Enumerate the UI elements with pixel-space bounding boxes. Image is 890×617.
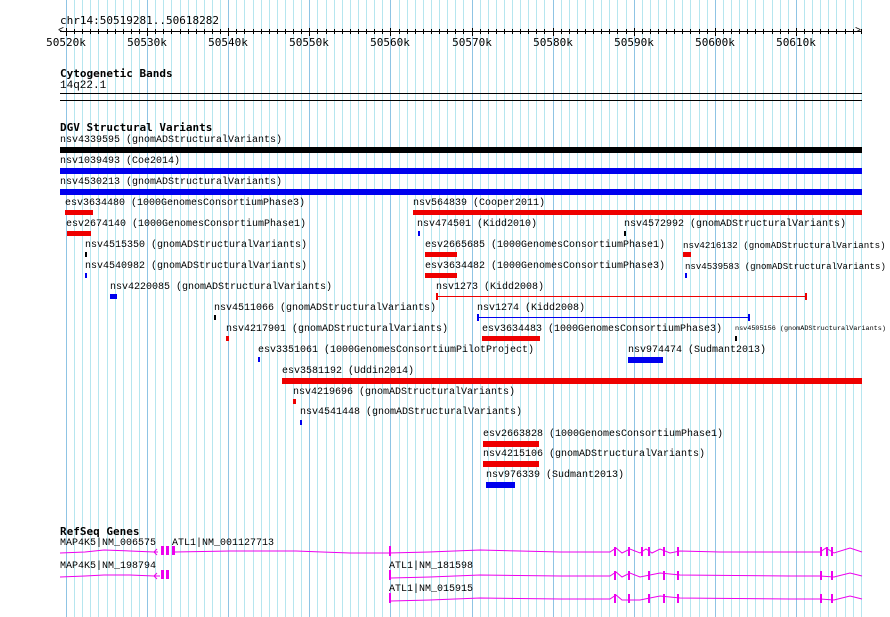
exon[interactable] [648,571,650,580]
exon[interactable] [641,547,643,556]
exon[interactable] [820,594,822,603]
exon[interactable] [663,547,665,556]
exon[interactable] [663,594,665,603]
intron-line[interactable] [59,574,160,578]
gene-models [59,546,863,603]
exon[interactable] [614,594,616,603]
exon[interactable] [831,547,833,556]
intron-line[interactable] [390,571,863,579]
exon[interactable] [161,570,164,579]
exon[interactable] [820,571,822,580]
exon[interactable] [628,571,630,580]
intron-line[interactable] [174,547,863,554]
exon[interactable] [820,547,822,556]
exon[interactable] [166,546,169,555]
exon[interactable] [614,571,616,580]
exon[interactable] [614,547,616,556]
intron-line[interactable] [59,549,158,554]
exon[interactable] [172,546,175,555]
exon[interactable] [166,570,169,579]
exon[interactable] [831,571,833,580]
exon[interactable] [826,547,828,556]
exon[interactable] [648,547,650,556]
exon[interactable] [161,546,164,555]
exon[interactable] [648,594,650,603]
exon[interactable] [831,594,833,603]
exon[interactable] [628,594,630,603]
exon[interactable] [663,571,665,580]
exon[interactable] [677,571,679,580]
exon[interactable] [677,547,679,556]
exon[interactable] [389,570,391,580]
intron-line[interactable] [390,594,863,602]
exon[interactable] [628,547,630,556]
exon[interactable] [389,593,391,603]
exon[interactable] [677,594,679,603]
exon[interactable] [389,546,391,556]
